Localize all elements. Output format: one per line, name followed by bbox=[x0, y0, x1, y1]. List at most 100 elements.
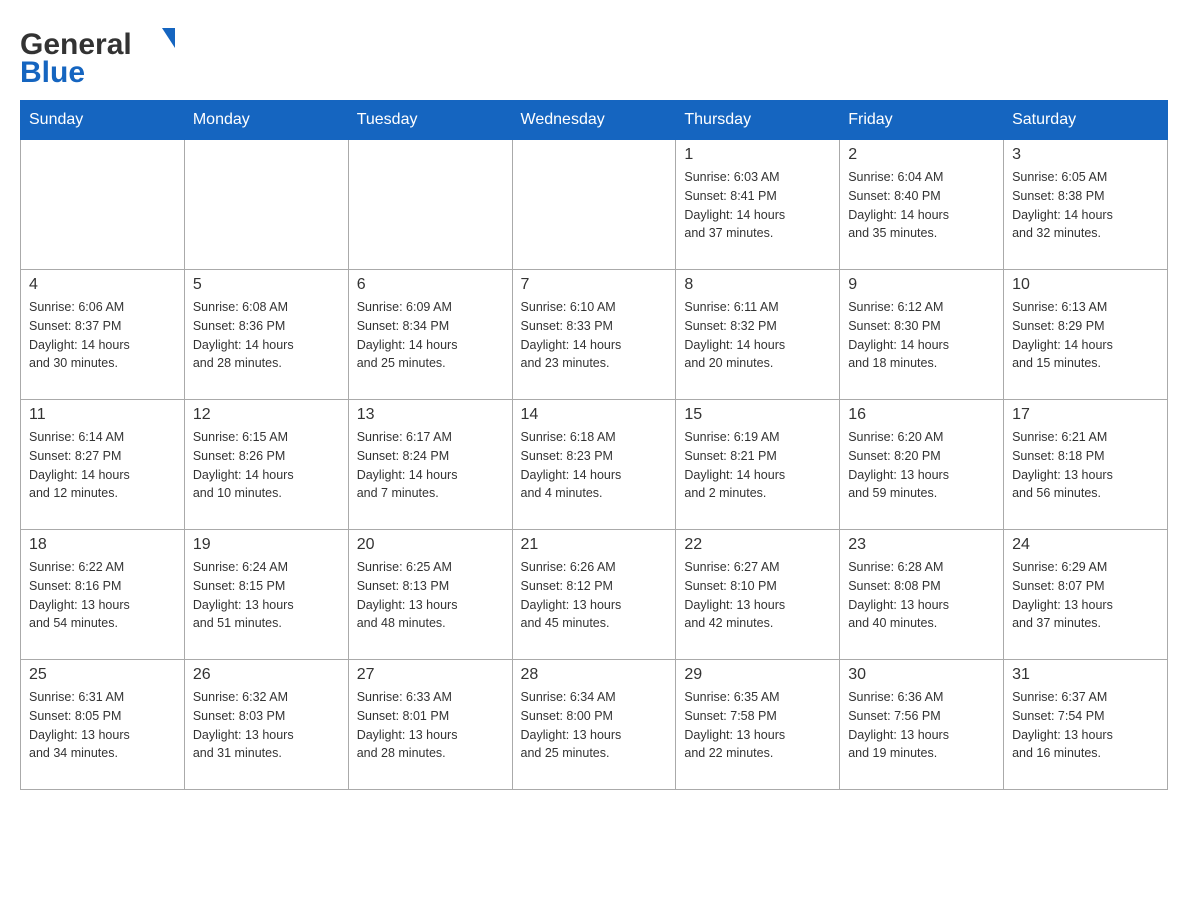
day-number: 24 bbox=[1012, 536, 1159, 554]
calendar-cell: 20 Sunrise: 6:25 AM Sunset: 8:13 PM Dayli… bbox=[348, 530, 512, 660]
calendar-cell: 17 Sunrise: 6:21 AM Sunset: 8:18 PM Dayli… bbox=[1004, 400, 1168, 530]
day-info: Sunrise: 6:32 AM Sunset: 8:03 PM Dayligh… bbox=[193, 688, 340, 763]
calendar-cell: 26 Sunrise: 6:32 AM Sunset: 8:03 PM Dayli… bbox=[184, 660, 348, 790]
weekday-header: Wednesday bbox=[512, 101, 676, 140]
day-number: 6 bbox=[357, 276, 504, 294]
day-number: 19 bbox=[193, 536, 340, 554]
calendar-table: SundayMondayTuesdayWednesdayThursdayFrid… bbox=[20, 100, 1168, 790]
calendar-cell: 22Sunrise: 6:27 AM Sunset: 8:10 PM Dayli… bbox=[676, 530, 840, 660]
weekday-header: Sunday bbox=[21, 101, 185, 140]
calendar-cell: 27 Sunrise: 6:33 AM Sunset: 8:01 PM Dayli… bbox=[348, 660, 512, 790]
day-info: Sunrise: 6:18 AM Sunset: 8:23 PM Dayligh… bbox=[521, 428, 668, 503]
day-number: 27 bbox=[357, 666, 504, 684]
calendar-cell: 14 Sunrise: 6:18 AM Sunset: 8:23 PM Dayli… bbox=[512, 400, 676, 530]
calendar-cell: 7Sunrise: 6:10 AM Sunset: 8:33 PM Daylig… bbox=[512, 270, 676, 400]
day-info: Sunrise: 6:22 AM Sunset: 8:16 PM Dayligh… bbox=[29, 558, 176, 633]
day-info: Sunrise: 6:34 AM Sunset: 8:00 PM Dayligh… bbox=[521, 688, 668, 763]
day-info: Sunrise: 6:25 AM Sunset: 8:13 PM Dayligh… bbox=[357, 558, 504, 633]
logo: General Blue bbox=[20, 20, 180, 90]
day-info: Sunrise: 6:26 AM Sunset: 8:12 PM Dayligh… bbox=[521, 558, 668, 633]
day-number: 11 bbox=[29, 406, 176, 424]
day-info: Sunrise: 6:37 AM Sunset: 7:54 PM Dayligh… bbox=[1012, 688, 1159, 763]
day-info: Sunrise: 6:31 AM Sunset: 8:05 PM Dayligh… bbox=[29, 688, 176, 763]
day-number: 15 bbox=[684, 406, 831, 424]
calendar-week-row: 11 Sunrise: 6:14 AM Sunset: 8:27 PM Dayli… bbox=[21, 400, 1168, 530]
calendar-cell: 23Sunrise: 6:28 AM Sunset: 8:08 PM Dayli… bbox=[840, 530, 1004, 660]
day-info: Sunrise: 6:13 AM Sunset: 8:29 PM Dayligh… bbox=[1012, 298, 1159, 373]
day-number: 4 bbox=[29, 276, 176, 294]
day-number: 13 bbox=[357, 406, 504, 424]
day-number: 7 bbox=[521, 276, 668, 294]
weekday-header: Friday bbox=[840, 101, 1004, 140]
day-info: Sunrise: 6:08 AM Sunset: 8:36 PM Dayligh… bbox=[193, 298, 340, 373]
calendar-cell: 18 Sunrise: 6:22 AM Sunset: 8:16 PM Dayli… bbox=[21, 530, 185, 660]
day-info: Sunrise: 6:17 AM Sunset: 8:24 PM Dayligh… bbox=[357, 428, 504, 503]
calendar-cell: 30 Sunrise: 6:36 AM Sunset: 7:56 PM Dayli… bbox=[840, 660, 1004, 790]
day-info: Sunrise: 6:09 AM Sunset: 8:34 PM Dayligh… bbox=[357, 298, 504, 373]
calendar-cell: 15 Sunrise: 6:19 AM Sunset: 8:21 PM Dayli… bbox=[676, 400, 840, 530]
calendar-cell bbox=[348, 140, 512, 270]
calendar-cell: 10 Sunrise: 6:13 AM Sunset: 8:29 PM Dayli… bbox=[1004, 270, 1168, 400]
day-number: 3 bbox=[1012, 146, 1159, 164]
day-number: 18 bbox=[29, 536, 176, 554]
day-number: 26 bbox=[193, 666, 340, 684]
calendar-cell: 21 Sunrise: 6:26 AM Sunset: 8:12 PM Dayli… bbox=[512, 530, 676, 660]
day-number: 10 bbox=[1012, 276, 1159, 294]
calendar-cell: 11 Sunrise: 6:14 AM Sunset: 8:27 PM Dayli… bbox=[21, 400, 185, 530]
day-number: 8 bbox=[684, 276, 831, 294]
day-info: Sunrise: 6:06 AM Sunset: 8:37 PM Dayligh… bbox=[29, 298, 176, 373]
day-number: 14 bbox=[521, 406, 668, 424]
calendar-cell: 16 Sunrise: 6:20 AM Sunset: 8:20 PM Dayli… bbox=[840, 400, 1004, 530]
calendar-cell: 25 Sunrise: 6:31 AM Sunset: 8:05 PM Dayli… bbox=[21, 660, 185, 790]
calendar-cell: 31 Sunrise: 6:37 AM Sunset: 7:54 PM Dayli… bbox=[1004, 660, 1168, 790]
day-info: Sunrise: 6:03 AM Sunset: 8:41 PM Dayligh… bbox=[684, 168, 831, 243]
day-info: Sunrise: 6:12 AM Sunset: 8:30 PM Dayligh… bbox=[848, 298, 995, 373]
day-number: 1 bbox=[684, 146, 831, 164]
day-number: 16 bbox=[848, 406, 995, 424]
calendar-cell: 9 Sunrise: 6:12 AM Sunset: 8:30 PM Daylig… bbox=[840, 270, 1004, 400]
day-info: Sunrise: 6:04 AM Sunset: 8:40 PM Dayligh… bbox=[848, 168, 995, 243]
calendar-cell: 24 Sunrise: 6:29 AM Sunset: 8:07 PM Dayli… bbox=[1004, 530, 1168, 660]
calendar-cell: 3 Sunrise: 6:05 AM Sunset: 8:38 PM Daylig… bbox=[1004, 140, 1168, 270]
day-number: 20 bbox=[357, 536, 504, 554]
svg-text:Blue: Blue bbox=[20, 56, 85, 89]
calendar-cell: 19 Sunrise: 6:24 AM Sunset: 8:15 PM Dayli… bbox=[184, 530, 348, 660]
calendar-week-row: 25 Sunrise: 6:31 AM Sunset: 8:05 PM Dayli… bbox=[21, 660, 1168, 790]
day-info: Sunrise: 6:36 AM Sunset: 7:56 PM Dayligh… bbox=[848, 688, 995, 763]
day-number: 29 bbox=[684, 666, 831, 684]
calendar-cell: 29Sunrise: 6:35 AM Sunset: 7:58 PM Dayli… bbox=[676, 660, 840, 790]
day-number: 12 bbox=[193, 406, 340, 424]
day-number: 17 bbox=[1012, 406, 1159, 424]
day-info: Sunrise: 6:20 AM Sunset: 8:20 PM Dayligh… bbox=[848, 428, 995, 503]
calendar-cell: 8 Sunrise: 6:11 AM Sunset: 8:32 PM Daylig… bbox=[676, 270, 840, 400]
weekday-header-row: SundayMondayTuesdayWednesdayThursdayFrid… bbox=[21, 101, 1168, 140]
day-info: Sunrise: 6:21 AM Sunset: 8:18 PM Dayligh… bbox=[1012, 428, 1159, 503]
calendar-week-row: 1 Sunrise: 6:03 AM Sunset: 8:41 PM Daylig… bbox=[21, 140, 1168, 270]
day-info: Sunrise: 6:33 AM Sunset: 8:01 PM Dayligh… bbox=[357, 688, 504, 763]
day-number: 21 bbox=[521, 536, 668, 554]
day-number: 30 bbox=[848, 666, 995, 684]
calendar-cell bbox=[512, 140, 676, 270]
day-number: 31 bbox=[1012, 666, 1159, 684]
weekday-header: Monday bbox=[184, 101, 348, 140]
day-info: Sunrise: 6:27 AM Sunset: 8:10 PM Dayligh… bbox=[684, 558, 831, 633]
day-info: Sunrise: 6:14 AM Sunset: 8:27 PM Dayligh… bbox=[29, 428, 176, 503]
day-info: Sunrise: 6:11 AM Sunset: 8:32 PM Dayligh… bbox=[684, 298, 831, 373]
day-info: Sunrise: 6:29 AM Sunset: 8:07 PM Dayligh… bbox=[1012, 558, 1159, 633]
day-number: 9 bbox=[848, 276, 995, 294]
day-number: 28 bbox=[521, 666, 668, 684]
day-info: Sunrise: 6:24 AM Sunset: 8:15 PM Dayligh… bbox=[193, 558, 340, 633]
day-number: 25 bbox=[29, 666, 176, 684]
calendar-cell: 12Sunrise: 6:15 AM Sunset: 8:26 PM Dayli… bbox=[184, 400, 348, 530]
calendar-cell: 28 Sunrise: 6:34 AM Sunset: 8:00 PM Dayli… bbox=[512, 660, 676, 790]
weekday-header: Tuesday bbox=[348, 101, 512, 140]
day-info: Sunrise: 6:19 AM Sunset: 8:21 PM Dayligh… bbox=[684, 428, 831, 503]
day-number: 23 bbox=[848, 536, 995, 554]
calendar-week-row: 4 Sunrise: 6:06 AM Sunset: 8:37 PM Daylig… bbox=[21, 270, 1168, 400]
calendar-cell: 6 Sunrise: 6:09 AM Sunset: 8:34 PM Daylig… bbox=[348, 270, 512, 400]
day-number: 2 bbox=[848, 146, 995, 164]
page-header: General Blue bbox=[20, 20, 1168, 90]
day-info: Sunrise: 6:05 AM Sunset: 8:38 PM Dayligh… bbox=[1012, 168, 1159, 243]
day-number: 5 bbox=[193, 276, 340, 294]
calendar-cell: 13 Sunrise: 6:17 AM Sunset: 8:24 PM Dayli… bbox=[348, 400, 512, 530]
